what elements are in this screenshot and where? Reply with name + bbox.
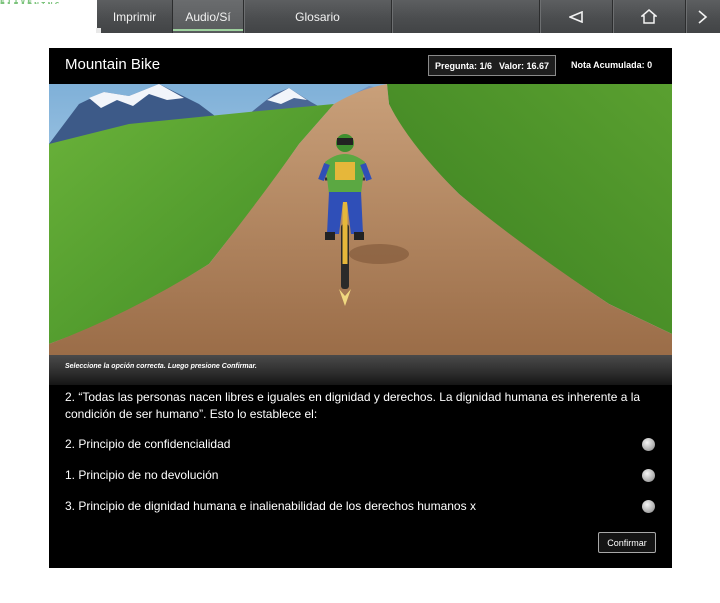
answer-option-2[interactable]: 1. Principio de no devolución bbox=[49, 464, 672, 488]
top-bar: ETIVE ELEARNING Imprimir Audio/Sí Glosar… bbox=[0, 0, 720, 33]
answer-option-1[interactable]: 2. Principio de confidencialidad bbox=[49, 433, 672, 457]
instruction-text: Seleccione la opción correcta. Luego pre… bbox=[65, 363, 257, 370]
home-icon bbox=[641, 9, 657, 24]
home-button[interactable] bbox=[613, 0, 685, 33]
quiz-title: Mountain Bike bbox=[65, 56, 161, 73]
question-value: Valor: 16.67 bbox=[499, 60, 550, 71]
toolbar: Imprimir Audio/Sí Glosario bbox=[96, 0, 720, 33]
back-triangle-icon bbox=[569, 10, 583, 23]
glossary-button[interactable]: Glosario bbox=[244, 0, 391, 33]
bike-scene-image bbox=[49, 84, 672, 359]
confirm-button[interactable]: Confirmar bbox=[598, 532, 656, 553]
exit-icon bbox=[698, 9, 708, 24]
answer-option-label: 1. Principio de no devolución bbox=[65, 468, 219, 482]
quiz-window: Mountain Bike Pregunta: 1/6 Valor: 16.67… bbox=[49, 48, 672, 568]
print-button[interactable]: Imprimir bbox=[97, 0, 172, 33]
radio-button[interactable] bbox=[642, 438, 655, 451]
question-text: 2. “Todas las personas nacen libres e ig… bbox=[65, 390, 641, 421]
exit-button[interactable] bbox=[686, 0, 720, 33]
accumulated-score: Nota Acumulada: 0 bbox=[571, 60, 653, 70]
toolbar-divider bbox=[391, 0, 392, 33]
answer-option-label: 2. Principio de confidencialidad bbox=[65, 437, 231, 451]
back-button[interactable] bbox=[540, 0, 612, 33]
audio-toggle-button[interactable]: Audio/Sí bbox=[173, 0, 243, 33]
answer-option-3[interactable]: 3. Principio de dignidad humana e inalie… bbox=[49, 495, 672, 519]
radio-button[interactable] bbox=[642, 500, 655, 513]
question-counter: Pregunta: 1/6 bbox=[435, 60, 493, 71]
radio-button[interactable] bbox=[642, 469, 655, 482]
logo: ETIVE ELEARNING bbox=[0, 0, 97, 4]
instruction-bar bbox=[49, 355, 672, 385]
mountain-bike-illustration bbox=[49, 84, 672, 359]
quiz-header: Mountain Bike Pregunta: 1/6 Valor: 16.67… bbox=[49, 48, 672, 84]
answer-option-label: 3. Principio de dignidad humana e inalie… bbox=[65, 499, 476, 513]
question-info-badge: Pregunta: 1/6 Valor: 16.67 bbox=[428, 55, 557, 76]
